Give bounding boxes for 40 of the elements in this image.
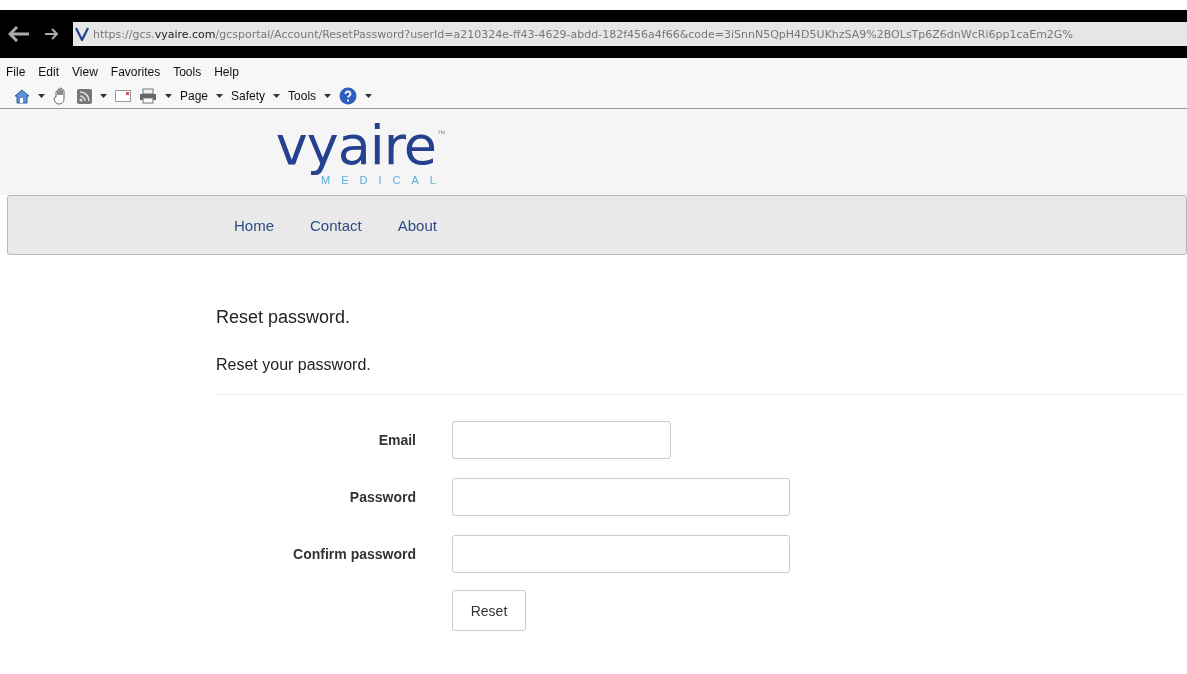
trademark-sign: ™ <box>437 128 445 139</box>
forward-arrow-icon[interactable] <box>44 28 59 40</box>
nav-link[interactable]: About <box>397 216 437 234</box>
caret-icon[interactable] <box>324 94 332 98</box>
page-heading: Reset password. <box>216 307 352 328</box>
caret-icon[interactable] <box>38 94 45 98</box>
menu-item[interactable]: File <box>6 65 26 82</box>
caret-icon[interactable] <box>216 94 224 98</box>
field-label: Confirm password <box>292 546 416 562</box>
back-arrow-icon[interactable] <box>8 26 30 42</box>
field-label: Password <box>348 489 416 505</box>
help-icon[interactable] <box>339 87 358 105</box>
address-bar[interactable]: https://gcs.vyaire.com/gcsportal/Account/ResetPassword?userId=a210324e-ff43-4629-abdd-182f456a4f66&code=3iSnnN5QpH4D5UKhzSA9%2BOLsTp6Z6dnWcRi6pp1caEm2G% <box>73 22 1187 46</box>
home-icon[interactable] <box>14 88 30 104</box>
nav-link[interactable]: Home <box>234 216 274 234</box>
input-field[interactable] <box>452 478 790 516</box>
feed-icon[interactable] <box>77 88 92 104</box>
v-logo-icon <box>75 27 89 41</box>
mail-icon[interactable] <box>115 90 131 102</box>
toolbar-menu[interactable]: Safety <box>231 89 266 103</box>
menu-item[interactable]: Help <box>214 65 239 82</box>
logo-tagline: MEDICAL <box>321 173 447 186</box>
menu-item[interactable]: View <box>72 65 98 82</box>
menu-item[interactable]: Tools <box>173 65 202 82</box>
field-label: Email <box>377 432 416 448</box>
toolbar-menu[interactable]: Page <box>180 89 209 103</box>
input-field[interactable] <box>452 421 671 459</box>
menu-item[interactable]: Edit <box>38 65 60 82</box>
input-field[interactable] <box>452 535 790 573</box>
caret-icon[interactable] <box>273 94 281 98</box>
toolbar-menu[interactable]: Tools <box>288 89 317 103</box>
printer-icon[interactable] <box>139 88 157 104</box>
caret-icon[interactable] <box>100 94 107 98</box>
caret-icon[interactable] <box>165 94 172 98</box>
menu-item[interactable]: Favorites <box>110 65 161 82</box>
page-subheading: Reset your password. <box>216 356 371 374</box>
logo-wordmark: vyaire <box>275 118 436 173</box>
caret-icon[interactable] <box>365 94 373 98</box>
reset-button[interactable]: Reset <box>452 590 526 631</box>
nav-link[interactable]: Contact <box>310 216 362 234</box>
